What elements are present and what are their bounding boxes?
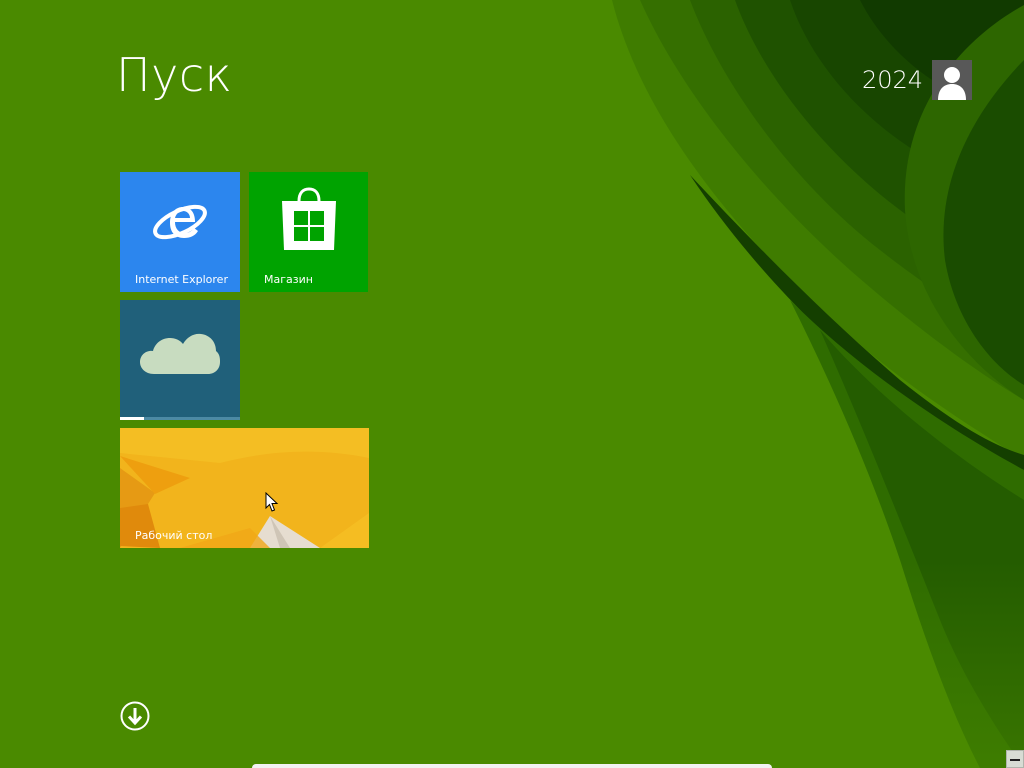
mouse-cursor-icon [265, 492, 279, 512]
arrow-down-circle-icon[interactable] [120, 701, 150, 731]
store-bag-icon [282, 187, 336, 250]
tile-label: Internet Explorer [135, 273, 228, 286]
sync-progress-fill [120, 417, 144, 420]
tile-desktop[interactable]: Рабочий стол [120, 428, 369, 548]
user-silhouette-icon [932, 60, 973, 100]
tile-onedrive[interactable] [120, 300, 240, 420]
zoom-out-button[interactable] [1006, 750, 1024, 768]
page-title: Пуск [116, 48, 233, 102]
taskbar-edge [252, 764, 772, 768]
user-name: 2024 [862, 66, 924, 94]
tile-internet-explorer[interactable]: Internet Explorer [120, 172, 240, 292]
tile-label: Рабочий стол [135, 529, 213, 542]
user-account[interactable]: 2024 [862, 60, 973, 100]
start-screen: Пуск 2024 Internet Explorer Магазин Рабо… [0, 0, 1024, 768]
tile-store[interactable]: Магазин [249, 172, 368, 292]
sync-progress-bar [120, 417, 240, 420]
onedrive-cloud-icon [140, 333, 220, 374]
internet-explorer-icon [153, 204, 207, 240]
tile-label: Магазин [264, 273, 313, 286]
